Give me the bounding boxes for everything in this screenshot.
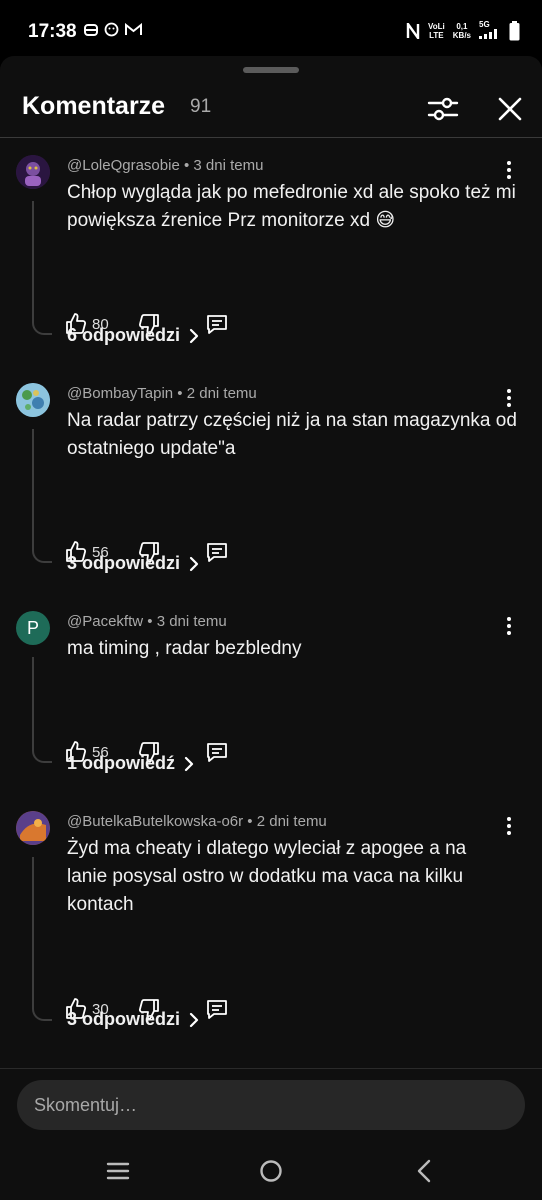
signal-icon xyxy=(479,29,497,39)
thread-line xyxy=(32,429,52,563)
comment-author[interactable]: @BombayTapin xyxy=(67,385,173,402)
drag-handle[interactable] xyxy=(243,67,299,73)
replies-label: 6 odpowiedzi xyxy=(67,325,181,345)
comment-author[interactable]: @LoleQgrasobie xyxy=(67,157,180,174)
view-replies-button[interactable]: 3 odpowiedzi xyxy=(67,553,200,574)
comment-text: Na radar patrzy częściej niż ja na stan … xyxy=(67,410,517,459)
avatar[interactable] xyxy=(16,811,50,845)
status-bar: 17:38 VoLi LTE 0,1 KB/s 5G xyxy=(0,0,542,56)
chevron-right-icon xyxy=(189,1012,199,1027)
comment-time: 2 dni temu xyxy=(186,385,257,402)
view-replies-button[interactable]: 6 odpowiedzi xyxy=(67,325,200,346)
avatar-letter: P xyxy=(26,617,39,638)
status-time: 17:38 xyxy=(28,21,77,42)
reply-icon[interactable] xyxy=(205,312,229,336)
home-icon[interactable] xyxy=(256,1156,286,1186)
nfc-icon xyxy=(406,22,420,39)
comment-time: 3 dni temu xyxy=(156,613,227,630)
comment-meta: @LoleQgrasobie • 3 dni temu xyxy=(67,157,264,174)
comments-header: Komentarze 91 xyxy=(0,80,542,138)
status-system-icons: VoLi LTE 0,1 KB/s 5G xyxy=(406,20,520,41)
battery-icon xyxy=(509,20,520,40)
comment-meta: @ButelkaButelkowska-o6r • 2 dni temu xyxy=(67,813,327,830)
status-notification-icons xyxy=(84,22,142,37)
network-type: 5G xyxy=(479,20,490,29)
comment-text: Żyd ma cheaty i dlatego wyleciał z apoge… xyxy=(67,838,467,915)
chevron-right-icon xyxy=(189,328,199,343)
avatar[interactable] xyxy=(16,383,50,417)
more-options-icon[interactable] xyxy=(498,159,520,181)
gmail-icon xyxy=(125,23,142,35)
replies-label: 3 odpowiedzi xyxy=(67,553,181,573)
reply-icon[interactable] xyxy=(205,540,229,564)
comment-meta: @BombayTapin • 2 dni temu xyxy=(67,385,257,402)
volte-indicator: VoLi LTE xyxy=(428,21,445,40)
comment-author[interactable]: @ButelkaButelkowska-o6r xyxy=(67,813,243,830)
comment-author[interactable]: @Pacekftw xyxy=(67,613,143,630)
chevron-right-icon xyxy=(189,556,199,571)
network-speed: 0,1 KB/s xyxy=(452,21,471,40)
comments-title: Komentarze xyxy=(22,92,166,120)
comment-time: 3 dni temu xyxy=(193,157,264,174)
more-options-icon[interactable] xyxy=(498,815,520,837)
replies-label: 1 odpowiedź xyxy=(67,753,175,773)
thread-line xyxy=(32,201,52,335)
filter-icon[interactable] xyxy=(425,91,461,127)
thread-line xyxy=(32,657,52,763)
reply-icon[interactable] xyxy=(205,997,229,1021)
view-replies-button[interactable]: 1 odpowiedź xyxy=(67,753,195,774)
more-options-icon[interactable] xyxy=(498,387,520,409)
comments-sheet: Komentarze 91 @LoleQgrasobie • 3 dni tem… xyxy=(0,56,542,1200)
close-icon[interactable] xyxy=(492,91,528,127)
composer-divider xyxy=(0,1068,542,1069)
back-icon[interactable] xyxy=(410,1156,440,1186)
comment-item: @LoleQgrasobie • 3 dni temu Chłop wygląd… xyxy=(0,155,542,355)
avatar[interactable]: P xyxy=(16,611,50,645)
view-replies-button[interactable]: 3 odpowiedzi xyxy=(67,1009,200,1030)
comment-input-container xyxy=(17,1080,525,1130)
comment-meta: @Pacekftw • 3 dni temu xyxy=(67,613,227,630)
signal-group: 5G xyxy=(479,20,501,41)
comment-item: @BombayTapin • 2 dni temu Na radar patrz… xyxy=(0,383,542,583)
notification-icon xyxy=(84,23,98,36)
replies-label: 3 odpowiedzi xyxy=(67,1009,181,1029)
comment-text: ma timing , radar bezbledny xyxy=(67,638,302,659)
avatar[interactable] xyxy=(16,155,50,189)
comment-time: 2 dni temu xyxy=(256,813,327,830)
reply-icon[interactable] xyxy=(205,740,229,764)
comment-item: P @Pacekftw • 3 dni temu ma timing , rad… xyxy=(0,611,542,801)
comment-item: @ButelkaButelkowska-o6r • 2 dni temu Żyd… xyxy=(0,811,542,1041)
comment-input[interactable] xyxy=(17,1080,525,1130)
comment-text: Chłop wygląda jak po mefedronie xd ale s… xyxy=(67,182,516,231)
thread-line xyxy=(32,857,52,1021)
recents-icon[interactable] xyxy=(103,1156,133,1186)
comments-count: 91 xyxy=(190,96,212,117)
system-nav-bar xyxy=(0,1140,542,1200)
chevron-right-icon xyxy=(184,756,194,771)
more-options-icon[interactable] xyxy=(498,615,520,637)
face-icon xyxy=(104,22,119,37)
